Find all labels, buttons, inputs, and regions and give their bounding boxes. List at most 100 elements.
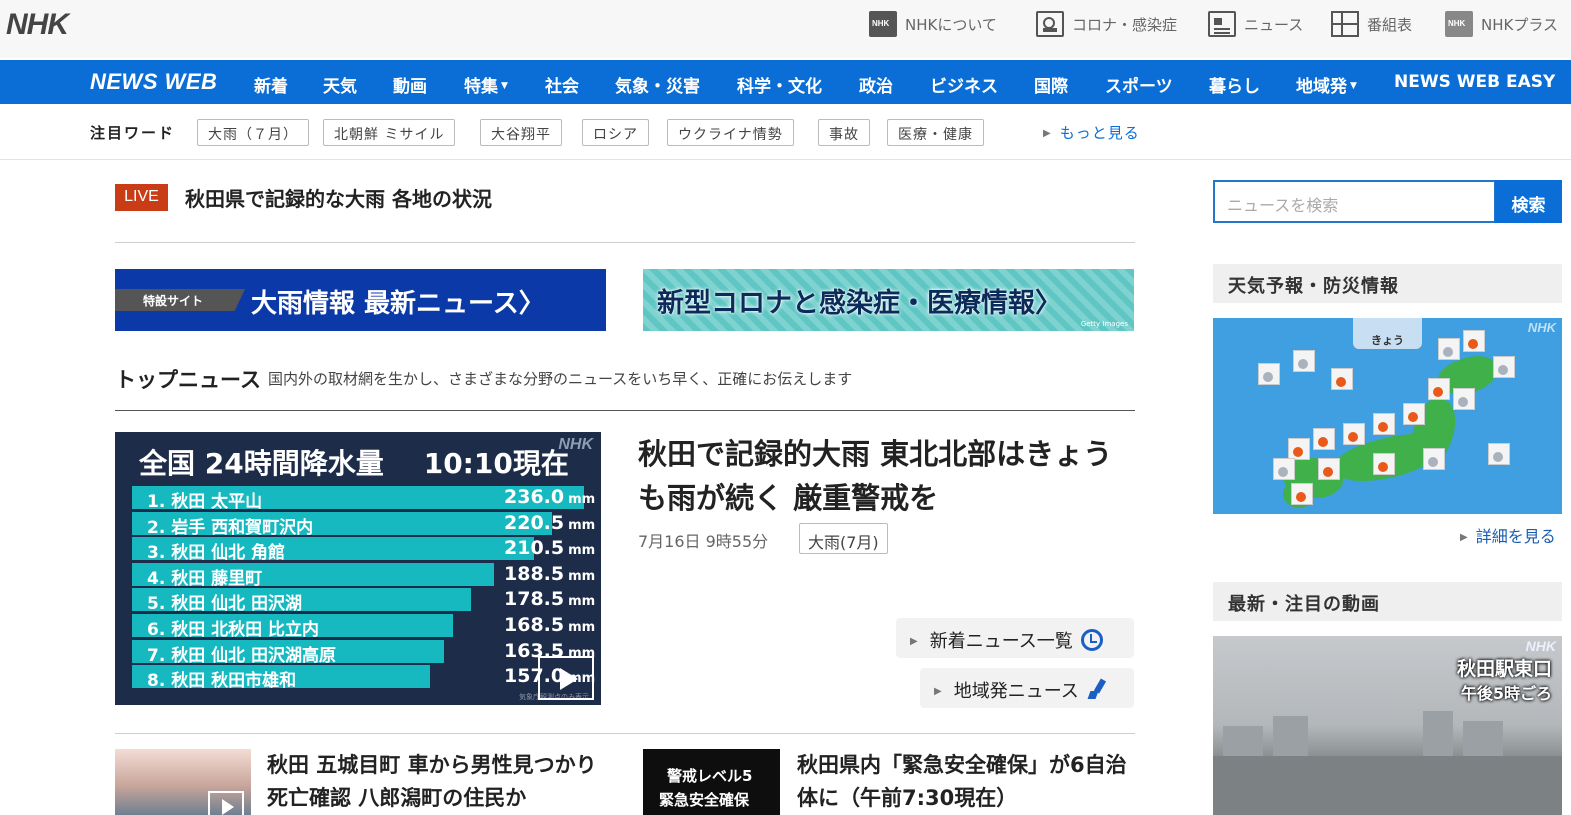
nav-features[interactable]: 特集 ▼ (464, 72, 508, 97)
building (1273, 716, 1308, 761)
story-title[interactable]: 秋田 五城目町 車から男性見つかり 死亡確認 八郎潟町の住民か (267, 749, 612, 815)
nav-politics[interactable]: 政治 (859, 72, 893, 97)
rainfall-row: 2. 岩手 西和賀町沢内 220.5 mm (132, 511, 595, 538)
rainfall-station: 2. 岩手 西和賀町沢内 (147, 517, 314, 538)
rainfall-number: 210.5 (504, 537, 565, 560)
rainfall-value: 188.5 mm (504, 563, 595, 585)
covid-banner[interactable]: 新型コロナと感染症・医療情報〉 Getty Images (643, 269, 1134, 331)
nav-business[interactable]: ビジネス (930, 72, 998, 97)
news-web-logo[interactable]: NEWS WEB (90, 69, 217, 95)
weather-cell (1493, 356, 1515, 378)
story-thumbnail[interactable]: 警戒レベル5 緊急安全確保 (643, 749, 780, 815)
live-badge: LIVE (115, 184, 168, 211)
sun-icon (1408, 412, 1418, 422)
divider (115, 733, 1135, 734)
weather-cell (1373, 453, 1395, 475)
weather-cell (1293, 350, 1315, 372)
link-news[interactable]: ニュース (1208, 10, 1303, 38)
rainfall-ranking-video[interactable]: 全国 24時間降水量 10:10現在 NHK 1. 秋田 太平山 236.0 mm 2.… (115, 432, 601, 705)
story-thumbnail[interactable] (115, 749, 251, 815)
sun-icon (1378, 422, 1388, 432)
triangle-right-icon: ▶ (1460, 532, 1468, 543)
rainfall-time: 10:10現在 (423, 447, 569, 480)
triangle-right-icon: ▶ (1043, 128, 1052, 139)
heavy-rain-banner[interactable]: 特設サイト 大雨情報 最新ニュース〉 (115, 269, 606, 331)
search-button[interactable]: 検索 (1495, 180, 1562, 223)
sun-icon (1323, 467, 1333, 477)
link-label: ニュース (1244, 15, 1304, 34)
nav-news-web-easy[interactable]: NEWS WEB EASY (1394, 72, 1555, 92)
weather-details-link[interactable]: ▶ 詳細を見る (1460, 523, 1556, 547)
trend-chip[interactable]: ウクライナ情勢 (667, 119, 794, 146)
trend-chip[interactable]: 事故 (818, 119, 870, 146)
video-caption-time: 午後5時ごろ (1460, 684, 1552, 703)
rainfall-value: 236.0 mm (504, 486, 595, 508)
main-story-title[interactable]: 秋田で記録的大雨 東北北部はきょうも雨が続く 厳重警戒を (638, 432, 1128, 520)
nav-lifestyle[interactable]: 暮らし (1209, 72, 1260, 97)
main-story-tag[interactable]: 大雨(7月) (799, 523, 888, 554)
link-label: 新着ニュース一覧 (929, 631, 1073, 652)
search-input[interactable]: ニュースを検索 (1213, 180, 1496, 223)
rainfall-unit: mm (568, 620, 596, 635)
link-program-guide[interactable]: 番組表 (1331, 10, 1412, 38)
rainfall-row: 6. 秋田 北秋田 比立内 168.5 mm (132, 614, 595, 640)
cloud-icon (1298, 359, 1308, 369)
weather-cell (1291, 483, 1313, 505)
link-covid[interactable]: コロナ・感染症 (1036, 10, 1177, 38)
trend-chip[interactable]: ロシア (582, 119, 649, 146)
nhk-logo-icon (869, 11, 897, 37)
weather-cell (1423, 448, 1445, 470)
nav-latest[interactable]: 新着 (254, 72, 288, 97)
nav-weather[interactable]: 天気 (323, 72, 357, 97)
virus-icon (1036, 11, 1064, 37)
divider (115, 410, 1135, 411)
featured-video-thumbnail[interactable]: NHK 秋田駅東口 午後5時ごろ (1213, 636, 1562, 815)
nav-international[interactable]: 国際 (1034, 72, 1068, 97)
sun-icon (1336, 377, 1346, 387)
play-icon[interactable] (208, 791, 244, 815)
video-caption-location: 秋田駅東口 (1456, 658, 1552, 680)
building (1423, 711, 1453, 761)
nav-sports[interactable]: スポーツ (1105, 72, 1173, 97)
weather-cell (1273, 458, 1295, 480)
rainfall-unit: mm (568, 492, 596, 507)
building (1463, 721, 1503, 761)
weather-cell (1403, 403, 1425, 425)
weather-map[interactable]: きょう NHK (1213, 318, 1562, 514)
play-icon[interactable] (538, 656, 594, 700)
live-headline[interactable]: 秋田県で記録的な大雨 各地の状況 (185, 183, 492, 212)
rainfall-title: 全国 24時間降水量 (139, 447, 384, 480)
nav-disaster[interactable]: 気象・災害 (615, 72, 700, 97)
rainfall-row: 8. 秋田 秋田市雄和 157.0 mm (132, 665, 595, 691)
link-about-nhk[interactable]: NHKについて (869, 10, 997, 38)
trend-chip[interactable]: 大雨（７月） (197, 119, 309, 146)
story-title[interactable]: 秋田県内「緊急安全確保」が6自治体に（午前7:30現在） (797, 749, 1142, 815)
thumb-text: 緊急安全確保 (659, 791, 750, 809)
nav-society[interactable]: 社会 (545, 72, 579, 97)
japan-map-icon (1087, 679, 1109, 701)
sun-icon (1318, 437, 1328, 447)
sun-icon (1378, 462, 1388, 472)
trend-chip[interactable]: 医療・健康 (887, 119, 984, 146)
nhk-logo[interactable]: NHK (6, 8, 69, 42)
banner-text: 新型コロナと感染症・医療情報〉 (657, 288, 1062, 319)
rainfall-value: 210.5 mm (504, 537, 595, 559)
nav-regional[interactable]: 地域発 ▼ (1296, 72, 1357, 97)
today-tab[interactable]: きょう (1353, 318, 1422, 349)
trend-chip[interactable]: 大谷翔平 (480, 119, 562, 146)
latest-news-list-link[interactable]: ▶ 新着ニュース一覧 (896, 618, 1134, 658)
more-trending-link[interactable]: ▶ もっと見る (1043, 122, 1140, 143)
cloud-icon (1278, 467, 1288, 477)
weather-cell (1288, 438, 1310, 460)
rainfall-station: 5. 秋田 仙北 田沢湖 (147, 594, 303, 615)
rainfall-number: 220.5 (504, 511, 565, 534)
weather-cell (1313, 428, 1335, 450)
weather-cell (1318, 458, 1340, 480)
trend-chip[interactable]: 北朝鮮 ミサイル (323, 119, 456, 146)
link-nhk-plus[interactable]: NHKプラス (1445, 10, 1558, 38)
nav-video[interactable]: 動画 (393, 72, 427, 97)
top-news-subtitle: 国内外の取材網を生かし、さまざまな分野のニュースをいち早く、正確にお伝えします (268, 370, 853, 388)
rainfall-row: 3. 秋田 仙北 角館 210.5 mm (132, 537, 595, 563)
regional-news-link[interactable]: ▶ 地域発ニュース (920, 668, 1134, 708)
nav-science[interactable]: 科学・文化 (737, 72, 822, 97)
